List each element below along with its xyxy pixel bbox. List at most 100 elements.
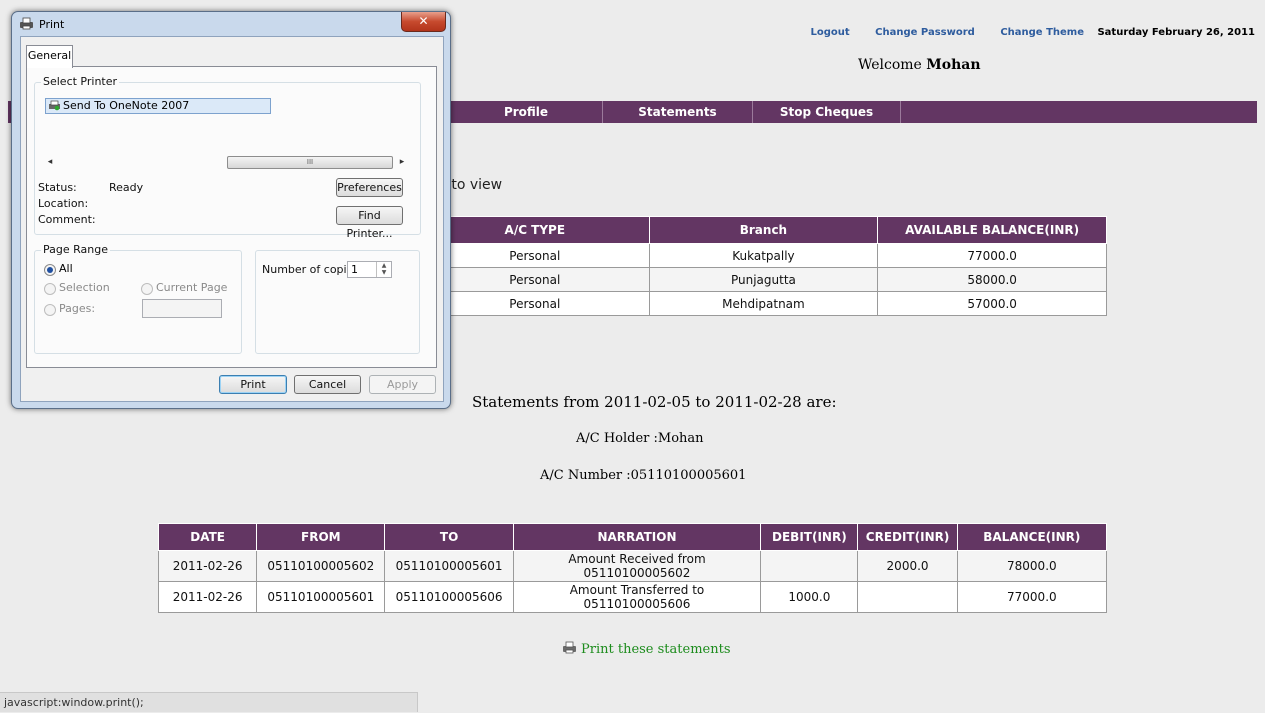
apply-button[interactable]: Apply — [369, 375, 436, 394]
bank-page: Logout Change Password Change Theme Satu… — [0, 0, 1265, 712]
print-statements-label: Print these statements — [581, 642, 731, 657]
dialog-title-bar: Print — [19, 17, 64, 31]
table-cell: Kukatpally — [648, 243, 879, 268]
table-cell: 2000.0 — [857, 550, 958, 582]
column-header: A/C TYPE — [420, 216, 650, 244]
table-cell: Amount Transferred to 05110100005606 — [512, 581, 762, 613]
column-header: AVAILABLE BALANCE(INR) — [877, 216, 1107, 244]
table-cell: 05110100005606 — [384, 581, 514, 613]
welcome-message: Welcome Mohan — [858, 57, 981, 73]
table-cell: 05110100005601 — [384, 550, 514, 582]
accounts-table: A/C TYPE Branch AVAILABLE BALANCE(INR) P… — [420, 216, 1107, 316]
table-cell: Personal — [420, 243, 650, 268]
status-label: Status: — [38, 181, 77, 194]
browser-status-bar: javascript:window.print(); — [0, 692, 418, 712]
preferences-button[interactable]: Preferences — [336, 178, 403, 197]
statement-table: DATE FROM TO NARRATION DEBIT(INR) CREDIT… — [157, 523, 1108, 613]
printer-name: Send To OneNote 2007 — [63, 99, 190, 112]
table-cell — [857, 581, 958, 613]
printer-icon — [562, 641, 577, 654]
table-row[interactable]: Personal Kukatpally 77000.0 — [420, 243, 1107, 268]
welcome-user-name: Mohan — [926, 57, 981, 73]
print-dialog: Print ✕ General Select Printer Send To O… — [11, 11, 451, 409]
printer-list[interactable]: Send To OneNote 2007 — [43, 95, 419, 151]
table-row: 2011-02-26 05110100005602 05110100005601… — [157, 550, 1108, 582]
column-header: DEBIT(INR) — [760, 523, 859, 551]
nav-item-stop-cheques[interactable]: Stop Cheques — [753, 101, 901, 123]
table-cell: Punjagutta — [648, 267, 879, 292]
table-row[interactable]: Personal Mehdipatnam 57000.0 — [420, 291, 1107, 316]
print-statements-link[interactable]: Print these statements — [562, 641, 731, 657]
tab-general[interactable]: General — [26, 45, 73, 68]
all-pages-radio[interactable] — [44, 264, 56, 276]
column-header: CREDIT(INR) — [857, 523, 958, 551]
table-cell: Personal — [420, 267, 650, 292]
scroll-right-icon[interactable]: ▸ — [395, 155, 409, 169]
printer-list-scrollbar[interactable]: ◂ III ▸ — [43, 155, 411, 169]
pages-label: Pages: — [59, 302, 96, 315]
print-button[interactable]: Print — [219, 375, 287, 394]
dialog-title: Print — [39, 18, 65, 31]
copies-value: 1 — [351, 263, 358, 276]
table-cell: Amount Received from 05110100005602 — [512, 550, 762, 582]
table-cell: 1000.0 — [760, 581, 859, 613]
table-cell: 57000.0 — [877, 291, 1107, 316]
page-range-label: Page Range — [41, 243, 110, 256]
pages-radio[interactable] — [44, 304, 56, 316]
header-links: Logout Change Password Change Theme Satu… — [811, 27, 1255, 38]
column-header: NARRATION — [512, 523, 762, 551]
nav-item-profile[interactable]: Profile — [450, 101, 603, 123]
table-header-row: A/C TYPE Branch AVAILABLE BALANCE(INR) — [420, 216, 1107, 244]
all-pages-label: All — [59, 262, 73, 275]
current-date: Saturday February 26, 2011 — [1097, 27, 1255, 38]
comment-label: Comment: — [38, 213, 96, 226]
select-printer-group: Select Printer Send To OneNote 2007 ◂ II… — [34, 75, 421, 240]
location-label: Location: — [38, 197, 89, 210]
select-printer-label: Select Printer — [41, 75, 120, 88]
scroll-left-icon[interactable]: ◂ — [43, 155, 57, 169]
account-number-label: A/C Number :05110100005601 — [540, 468, 747, 483]
table-cell: 05110100005601 — [256, 581, 386, 613]
nav-item-statements[interactable]: Statements — [603, 101, 753, 123]
column-header: DATE — [157, 523, 258, 551]
printer-icon — [48, 100, 61, 111]
find-printer-button[interactable]: Find Printer... — [336, 206, 403, 240]
table-cell: 78000.0 — [956, 550, 1108, 582]
table-row[interactable]: Personal Punjagutta 58000.0 — [420, 267, 1107, 292]
printer-item-onenote[interactable]: Send To OneNote 2007 — [45, 98, 271, 114]
account-holder-label: A/C Holder :Mohan — [576, 431, 704, 446]
close-button[interactable]: ✕ — [401, 12, 446, 32]
column-header: BALANCE(INR) — [956, 523, 1108, 551]
table-cell: Mehdipatnam — [648, 291, 879, 316]
table-cell — [760, 550, 859, 582]
scrollbar-thumb[interactable]: III — [227, 156, 393, 169]
copies-spin-buttons[interactable]: ▲ ▼ — [376, 262, 391, 277]
table-cell: 2011-02-26 — [157, 581, 258, 613]
page-range-group: Page Range All Selection Current Page Pa… — [34, 243, 242, 354]
logout-link[interactable]: Logout — [811, 27, 850, 38]
status-value: Ready — [109, 181, 144, 194]
current-page-radio[interactable] — [141, 283, 153, 295]
table-row: 2011-02-26 05110100005601 05110100005606… — [157, 581, 1108, 613]
table-cell: 58000.0 — [877, 267, 1107, 292]
welcome-prefix: Welcome — [858, 57, 922, 73]
statement-period-heading: Statements from 2011-02-05 to 2011-02-28… — [472, 393, 837, 411]
table-cell: 77000.0 — [877, 243, 1107, 268]
current-page-label: Current Page — [156, 281, 228, 294]
column-header: Branch — [648, 216, 879, 244]
table-cell: 2011-02-26 — [157, 550, 258, 582]
table-cell: Personal — [420, 291, 650, 316]
table-cell: 05110100005602 — [256, 550, 386, 582]
copies-group: Number of copies: 1 ▲ ▼ — [255, 250, 420, 354]
table-header-row: DATE FROM TO NARRATION DEBIT(INR) CREDIT… — [157, 523, 1108, 551]
change-password-link[interactable]: Change Password — [875, 27, 975, 38]
pages-input[interactable] — [142, 299, 222, 318]
change-theme-link[interactable]: Change Theme — [1000, 27, 1084, 38]
dialog-body: General Select Printer Send To OneNote 2… — [20, 36, 444, 402]
table-cell: 77000.0 — [956, 581, 1108, 613]
selection-label: Selection — [59, 281, 110, 294]
column-header: FROM — [256, 523, 386, 551]
cancel-button[interactable]: Cancel — [294, 375, 361, 394]
selection-radio[interactable] — [44, 283, 56, 295]
column-header: TO — [384, 523, 514, 551]
